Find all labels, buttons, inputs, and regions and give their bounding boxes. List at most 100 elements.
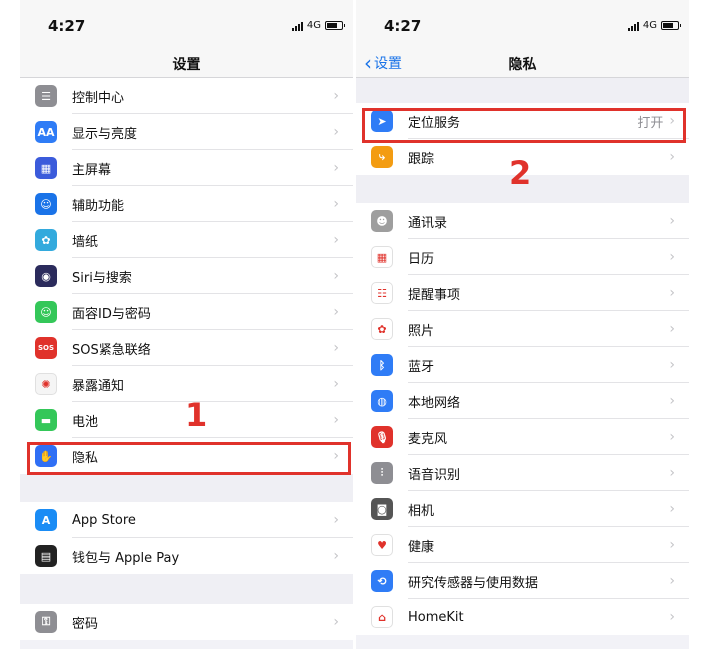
settings-row[interactable]: ⚿ 密码 › [20,604,353,640]
chevron-right-icon: › [669,429,675,445]
chevron-right-icon: › [669,285,675,301]
row-label: 提醒事项 [408,287,461,303]
signal-icon [627,21,639,31]
row-label: 日历 [408,251,435,267]
status-bar: 4:27 4G [20,0,353,48]
page-title: 隐私 [508,57,537,73]
contacts-icon: ☻ [371,210,393,232]
chevron-right-icon: › [333,448,339,464]
speech-recognition-icon: ⫶ [371,462,393,484]
settings-row[interactable]: ◙ 相机 › [356,491,689,527]
step-number-1: 1 [185,396,208,434]
research-sensor-icon: ⟲ [371,570,393,592]
switches-icon: ☰ [35,85,57,107]
display-aa-icon: AA [35,121,57,143]
wallpaper-flower-icon: ✿ [35,229,57,251]
row-label: 控制中心 [72,90,125,106]
row-label: Siri与搜索 [72,270,132,286]
row-label: 主屏幕 [72,162,112,178]
settings-row[interactable]: ◉ Siri与搜索 › [20,258,353,294]
settings-row[interactable]: ▦ 日历 › [356,239,689,275]
settings-row[interactable]: ☺ 面容ID与密码 › [20,294,353,330]
battery-status-icon [325,21,345,30]
battery-icon: ▬ [35,409,57,431]
row-label: HomeKit [408,609,464,625]
row-label: 显示与亮度 [72,126,138,142]
chevron-right-icon: › [333,548,339,564]
settings-row[interactable]: A App Store › [20,502,353,538]
settings-row[interactable]: ☻ 通讯录 › [356,203,689,239]
chevron-right-icon: › [669,149,675,165]
settings-row[interactable]: ◍ 本地网络 › [356,383,689,419]
nav-bar: 设置 [20,48,353,78]
network-type: 4G [642,20,657,31]
settings-row[interactable]: ♥ 健康 › [356,527,689,563]
privacy-screen: 4:27 4G ‹ 设置 隐私 ➤ 定位服务 打开 › ⤷ 跟踪 › ☻ 通讯录 › ▦ 日历 › ☷ 提… [356,0,689,649]
status-bar: 4:27 4G [356,0,689,48]
settings-row[interactable]: ▦ 主屏幕 › [20,150,353,186]
settings-row[interactable]: 🎙 麦克风 › [356,419,689,455]
chevron-right-icon: › [669,113,675,129]
settings-row[interactable]: ✿ 墙纸 › [20,222,353,258]
row-label: App Store [72,512,136,528]
row-label: 隐私 [72,450,99,466]
group-spacer [20,574,353,604]
chevron-right-icon: › [333,304,339,320]
settings-row[interactable]: ☷ 提醒事项 › [356,275,689,311]
row-label: 暴露通知 [72,378,125,394]
settings-screen: 4:27 4G 设置 ☰ 控制中心 › AA 显示与亮度 › ▦ 主屏幕 › ☺ 辅助功能 › ✿ 墙纸 ›… [20,0,353,649]
chevron-right-icon: › [333,614,339,630]
row-label: 墙纸 [72,234,99,250]
exposure-notification-icon: ✺ [35,373,57,395]
settings-row[interactable]: ▤ 钱包与 Apple Pay › [20,538,353,574]
group-spacer [356,78,689,103]
settings-row[interactable]: ☺ 辅助功能 › [20,186,353,222]
bluetooth-icon: ᛒ [371,354,393,376]
settings-row[interactable]: ᛒ 蓝牙 › [356,347,689,383]
settings-group-store: A App Store › ▤ 钱包与 Apple Pay › [20,502,353,574]
settings-row[interactable]: ☰ 控制中心 › [20,78,353,114]
wallet-icon: ▤ [35,545,57,567]
status-time: 4:27 [48,17,86,35]
row-label: SOS紧急联络 [72,342,151,358]
row-label: 定位服务 [408,115,461,131]
settings-row[interactable]: ➤ 定位服务 打开 › [356,103,689,139]
settings-row[interactable]: AA 显示与亮度 › [20,114,353,150]
settings-row[interactable]: ⟲ 研究传感器与使用数据 › [356,563,689,599]
row-label: 辅助功能 [72,198,125,214]
settings-row[interactable]: ⫶ 语音识别 › [356,455,689,491]
row-label: 通讯录 [408,215,448,231]
settings-row[interactable]: SOS SOS紧急联络 › [20,330,353,366]
row-label: 健康 [408,539,435,555]
settings-row[interactable]: ✿ 照片 › [356,311,689,347]
nav-bar: ‹ 设置 隐私 [356,48,689,78]
chevron-right-icon: › [333,512,339,528]
chevron-right-icon: › [669,573,675,589]
sos-icon: SOS [35,337,57,359]
homekit-house-icon: ⌂ [371,606,393,628]
chevron-right-icon: › [669,537,675,553]
row-label: 本地网络 [408,395,461,411]
row-label: 密码 [72,616,99,632]
row-label: 蓝牙 [408,359,435,375]
privacy-group-apps: ☻ 通讯录 › ▦ 日历 › ☷ 提醒事项 › ✿ 照片 › ᛒ 蓝牙 › ◍ 本地网络 › 🎙 麦克风 › ⫶ 语音识别 ›… [356,203,689,635]
row-label: 研究传感器与使用数据 [408,575,539,591]
chevron-right-icon: › [669,465,675,481]
reminders-icon: ☷ [371,282,393,304]
row-label: 相机 [408,503,435,519]
chevron-right-icon: › [669,393,675,409]
face-id-icon: ☺ [35,301,57,323]
home-screen-icon: ▦ [35,157,57,179]
row-value: 打开 [637,115,664,131]
accessibility-icon: ☺ [35,193,57,215]
camera-icon: ◙ [371,498,393,520]
health-heart-icon: ♥ [371,534,393,556]
chevron-right-icon: › [669,501,675,517]
row-label: 麦克风 [408,431,448,447]
settings-row[interactable]: ✋ 隐私 › [20,438,353,474]
chevron-right-icon: › [333,268,339,284]
battery-status-icon [661,21,681,30]
settings-row[interactable]: ⌂ HomeKit › [356,599,689,635]
signal-icon [291,21,303,31]
chevron-right-icon: › [333,88,339,104]
